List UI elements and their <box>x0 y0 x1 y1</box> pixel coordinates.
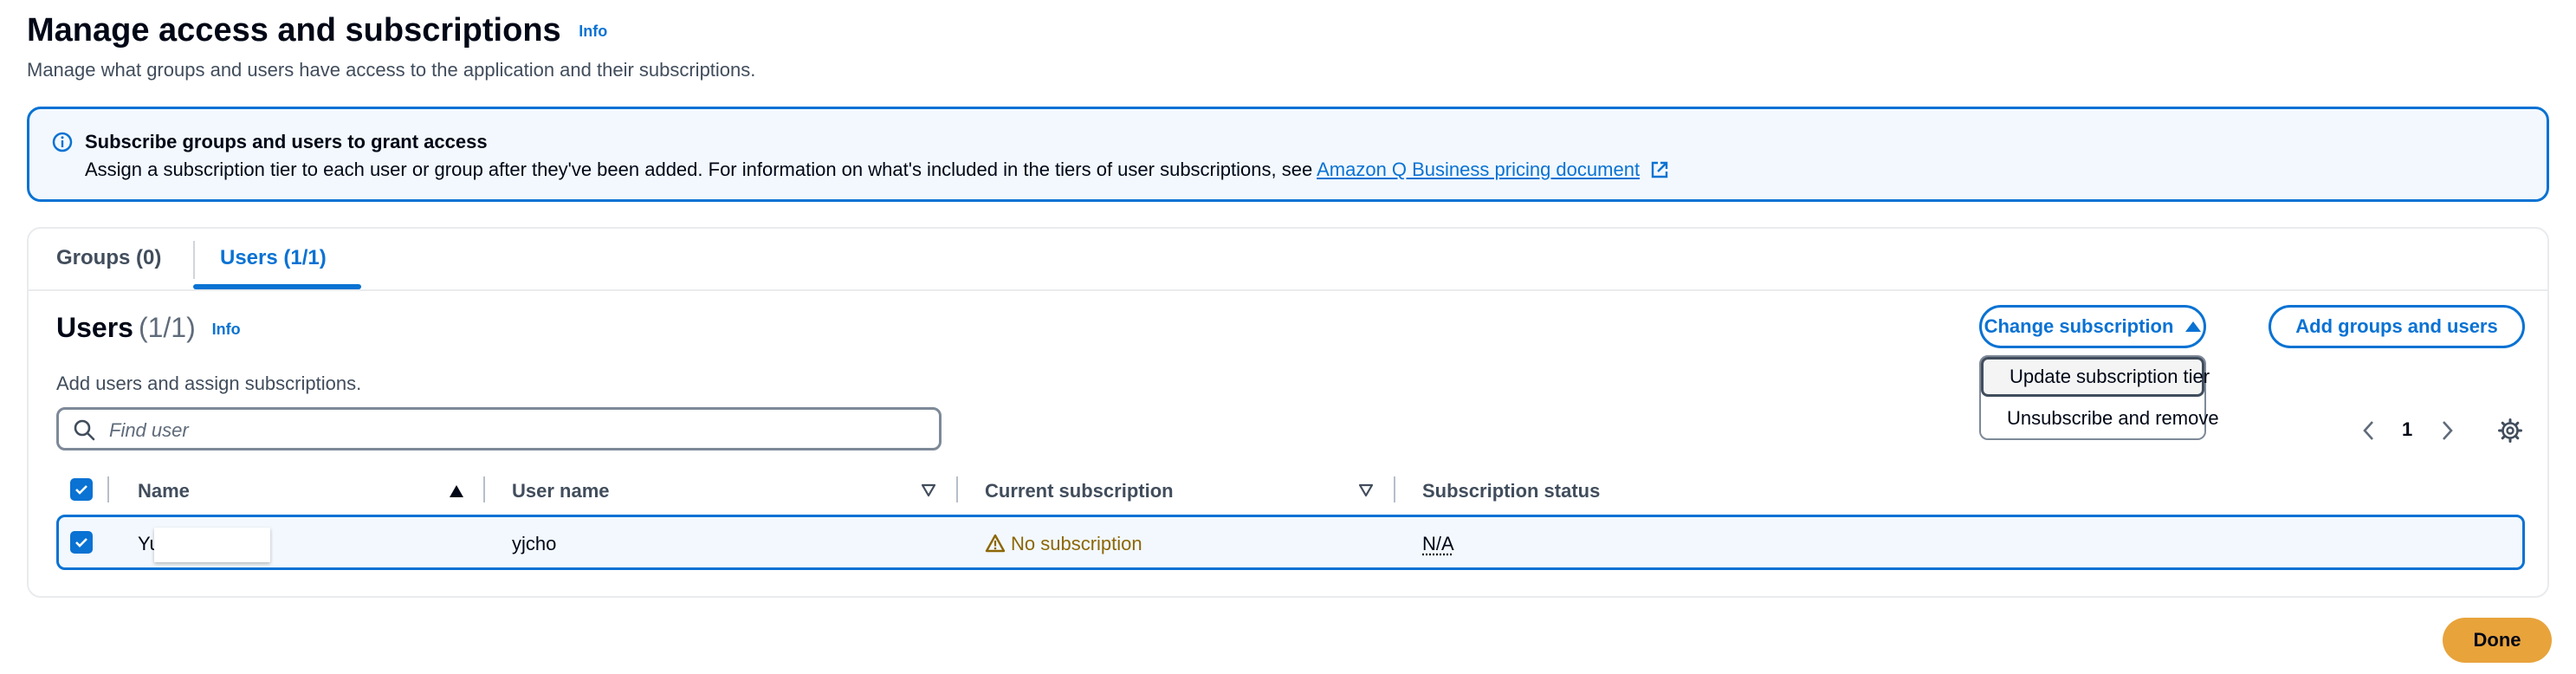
alert-body-text: Assign a subscription tier to each user … <box>85 159 1313 180</box>
column-divider <box>956 476 958 502</box>
users-heading: Users (1/1) Info <box>56 312 241 344</box>
cell-user-name: yjcho <box>512 533 557 554</box>
find-user-search <box>56 407 942 450</box>
cell-current-subscription: No subscription <box>985 533 1142 555</box>
users-description: Add users and assign subscriptions. <box>56 373 362 394</box>
current-page-number[interactable]: 1 <box>2402 418 2412 441</box>
access-container: Groups (0) Users (1/1) Users (1/1) Info A… <box>27 227 2549 598</box>
column-divider <box>1394 476 1395 502</box>
pricing-document-link[interactable]: Amazon Q Business pricing document <box>1317 159 1640 180</box>
info-circle-icon <box>52 132 73 152</box>
search-icon <box>74 419 95 441</box>
menu-item-update-subscription-tier[interactable]: Update subscription tier <box>1981 357 2210 397</box>
sort-descending-icon[interactable] <box>921 483 936 497</box>
checkmark-icon <box>75 538 87 548</box>
add-groups-and-users-button[interactable]: Add groups and users <box>2269 305 2525 348</box>
info-alert: Subscribe groups and users to grant acce… <box>27 107 2549 202</box>
users-count: (1/1) <box>138 312 196 343</box>
sort-descending-icon[interactable] <box>1358 483 1374 497</box>
change-subscription-button[interactable]: Change subscription <box>1979 305 2206 348</box>
chevron-right-icon[interactable] <box>2437 418 2457 444</box>
users-info-link[interactable]: Info <box>212 321 241 338</box>
change-subscription-label: Change subscription <box>1984 315 2174 337</box>
column-divider <box>107 476 109 502</box>
select-all-checkbox[interactable] <box>70 478 93 501</box>
cell-subscription-status: N/A <box>1422 533 1454 554</box>
page-title-text: Manage access and subscriptions <box>27 12 561 49</box>
subscription-menu: Update subscription tier Unsubscribe and… <box>1979 355 2219 440</box>
tab-users-indicator <box>193 284 361 289</box>
title-info-link[interactable]: Info <box>579 23 607 40</box>
column-header-user-name[interactable]: User name <box>512 480 610 502</box>
menu-item-unsubscribe-and-remove[interactable]: Unsubscribe and remove <box>1981 399 2219 438</box>
search-input[interactable] <box>107 415 925 446</box>
caret-up-icon <box>2185 321 2202 332</box>
column-header-subscription-status[interactable]: Subscription status <box>1422 480 1600 502</box>
column-divider <box>483 476 485 502</box>
tab-divider <box>193 241 195 279</box>
chevron-left-icon[interactable] <box>2359 418 2379 444</box>
tabs-bar: Groups (0) Users (1/1) <box>29 229 2547 291</box>
gear-icon[interactable] <box>2497 418 2523 444</box>
tab-groups[interactable]: Groups (0) <box>56 246 161 270</box>
redaction-box <box>154 528 270 562</box>
row-checkbox[interactable] <box>70 531 93 554</box>
table-row[interactable]: Yu yjcho No subscription N/A <box>56 515 2525 570</box>
subscription-value: No subscription <box>1011 533 1142 554</box>
warning-icon <box>985 534 1006 553</box>
done-button[interactable]: Done <box>2443 618 2552 663</box>
page-description: Manage what groups and users have access… <box>27 59 756 81</box>
external-link-icon[interactable] <box>1650 160 1669 179</box>
column-header-name[interactable]: Name <box>138 480 190 502</box>
sort-ascending-icon[interactable] <box>450 485 463 497</box>
users-heading-title: Users <box>56 312 133 343</box>
alert-body: Assign a subscription tier to each user … <box>85 159 1669 181</box>
checkmark-icon <box>75 485 87 495</box>
page-title: Manage access and subscriptions Info <box>27 12 607 49</box>
alert-title: Subscribe groups and users to grant acce… <box>85 131 488 152</box>
column-header-current-subscription[interactable]: Current subscription <box>985 480 1174 502</box>
tab-users[interactable]: Users (1/1) <box>220 246 327 270</box>
